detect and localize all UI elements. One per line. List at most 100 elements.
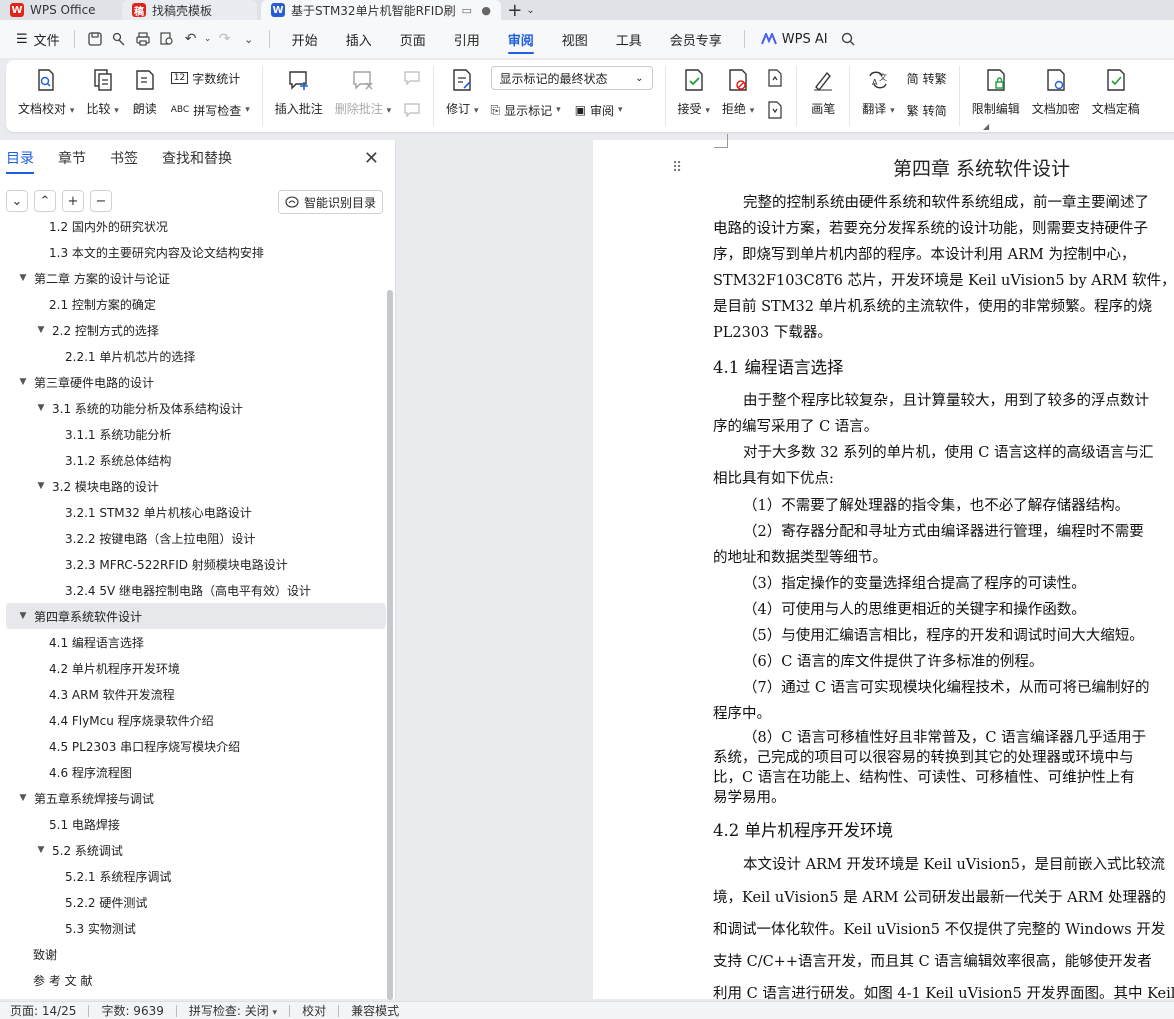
toc-item[interactable]: ▼ 3.1 系统的功能分析及体系结构设计 — [6, 395, 386, 421]
toc-item[interactable]: 2.1 控制方案的确定 — [6, 291, 386, 317]
menu-member[interactable]: 会员专享 — [656, 20, 736, 58]
toc-item[interactable]: ▼ 第三章硬件电路的设计 — [6, 369, 386, 395]
toc-item[interactable]: 4.1 编程语言选择 — [6, 629, 386, 655]
show-markup-button[interactable]: ⎘ 显示标记 ▾ — [491, 98, 561, 122]
toc-item[interactable]: ▼ 3.2 模块电路的设计 — [6, 473, 386, 499]
toc-item[interactable]: 4.4 FlyMcu 程序烧录软件介绍 — [6, 707, 386, 733]
menu-references[interactable]: 引用 — [440, 20, 494, 58]
toc-item[interactable]: 1.3 本文的主要研究内容及论文结构安排 — [6, 239, 386, 265]
menu-home[interactable]: 开始 — [278, 20, 332, 58]
toc-item[interactable]: 3.1.1 系统功能分析 — [6, 421, 386, 447]
menu-view[interactable]: 视图 — [548, 20, 602, 58]
print-preview-icon[interactable] — [155, 27, 179, 51]
toc-item[interactable]: ▼ 第二章 方案的设计与论证 — [6, 265, 386, 291]
toc-item[interactable]: 3.2.4 5V 继电器控制电路（高电平有效）设计 — [6, 577, 386, 603]
save-icon[interactable] — [83, 27, 107, 51]
expand-arrow-icon[interactable]: ▼ — [34, 325, 48, 335]
chevron-down-icon[interactable]: ⌄ — [6, 190, 28, 212]
minus-icon[interactable]: − — [90, 190, 112, 212]
expand-arrow-icon[interactable]: ▼ — [34, 403, 48, 413]
expand-arrow-icon[interactable]: ▼ — [16, 377, 30, 387]
toc-item[interactable]: 3.2.2 按键电路（含上拉电阻）设计 — [6, 525, 386, 551]
next-comment-icon[interactable] — [403, 98, 421, 122]
wps-ai-button[interactable]: WPS AI — [753, 20, 836, 58]
tab-template[interactable]: 稿 找稿壳模板 — [122, 0, 257, 20]
insert-comment-button[interactable]: 插入批注 — [269, 66, 329, 126]
toc-item[interactable]: 5.1 电路焊接 — [6, 811, 386, 837]
to-simplified-button[interactable]: 繁 转简 — [907, 98, 947, 122]
toc-item[interactable]: 1.2 国内外的研究状况 — [6, 221, 386, 239]
menu-insert[interactable]: 插入 — [332, 20, 386, 58]
word-count-button[interactable]: 12 字数统计 — [170, 66, 250, 90]
reject-button[interactable]: 拒绝 ▾ — [716, 66, 760, 126]
tab-window-icon[interactable]: ▭ — [462, 4, 472, 17]
smart-toc-button[interactable]: 智能识别目录 — [277, 190, 383, 214]
print-icon[interactable] — [131, 27, 155, 51]
redo-icon[interactable]: ↷ — [213, 27, 237, 51]
expand-arrow-icon[interactable]: ▼ — [16, 793, 30, 803]
expand-arrow-icon[interactable]: ▼ — [34, 845, 48, 855]
toc-item[interactable]: 5.2.1 系统程序调试 — [6, 863, 386, 889]
spell-check-button[interactable]: ABC 拼写检查 ▾ — [171, 98, 250, 122]
toc-item[interactable]: ▼ 5.2 系统调试 — [6, 837, 386, 863]
nav-tab-chapters[interactable]: 章节 — [58, 142, 86, 174]
toc-item[interactable]: 3.1.2 系统总体结构 — [6, 447, 386, 473]
plus-icon[interactable]: + — [62, 190, 84, 212]
menu-tools[interactable]: 工具 — [602, 20, 656, 58]
nav-tab-bookmarks[interactable]: 书签 — [110, 142, 138, 174]
export-pdf-icon[interactable] — [107, 27, 131, 51]
read-aloud-button[interactable]: 朗读 — [125, 66, 165, 126]
markup-state-select[interactable]: 显示标记的最终状态 ⌄ — [490, 66, 653, 90]
drag-handle-icon[interactable]: ⠿ — [672, 160, 682, 176]
search-icon[interactable] — [836, 27, 860, 51]
page-indicator[interactable]: 页面: 14/25 — [10, 1002, 88, 1019]
proofread-status[interactable]: 校对 — [302, 1002, 338, 1019]
toc-item[interactable]: 4.3 ARM 软件开发流程 — [6, 681, 386, 707]
previous-change-icon[interactable] — [766, 66, 784, 90]
pen-button[interactable]: 画笔 — [803, 66, 843, 126]
toc-item[interactable]: 3.2.1 STM32 单片机核心电路设计 — [6, 499, 386, 525]
toc-item[interactable]: 5.3 实物测试 — [6, 915, 386, 941]
toc-item[interactable]: 4.2 单片机程序开发环境 — [6, 655, 386, 681]
chevron-up-icon[interactable]: ⌃ — [34, 190, 56, 212]
ribbon-expand-icon[interactable]: ◢ — [983, 122, 989, 131]
finalize-button[interactable]: 文档定稿 — [1086, 66, 1146, 126]
toc-item[interactable]: 4.6 程序流程图 — [6, 759, 386, 785]
doc-check-button[interactable]: 文档校对 ▾ — [12, 66, 80, 126]
undo-icon[interactable]: ↶ — [179, 27, 203, 51]
quick-access-dropdown-icon[interactable]: ⌄ — [237, 27, 261, 51]
toc-item[interactable]: 2.2.1 单片机芯片的选择 — [6, 343, 386, 369]
track-changes-button[interactable]: 修订 ▾ — [440, 66, 484, 126]
toc-item[interactable]: ▼ 第四章系统软件设计 — [6, 603, 386, 629]
close-icon[interactable]: ✕ — [364, 148, 379, 169]
expand-arrow-icon[interactable]: ▼ — [16, 611, 30, 621]
new-tab-icon[interactable]: + ⌄ — [501, 0, 541, 21]
accept-button[interactable]: 接受 ▾ — [672, 66, 716, 126]
expand-arrow-icon[interactable]: ▼ — [34, 481, 48, 491]
toc-item[interactable]: ▼ 第五章系统焊接与调试 — [6, 785, 386, 811]
translate-button[interactable]: A文 翻译 ▾ — [856, 66, 900, 126]
toc-item[interactable]: 5.2.2 硬件测试 — [6, 889, 386, 915]
tab-wps-office[interactable]: W WPS Office — [0, 0, 118, 20]
restrict-edit-button[interactable]: 限制编辑 — [966, 66, 1026, 126]
nav-tab-find-replace[interactable]: 查找和替换 — [162, 142, 232, 174]
undo-dropdown-icon[interactable]: ⌄ — [203, 27, 213, 51]
previous-comment-icon[interactable] — [403, 66, 421, 90]
encrypt-button[interactable]: 文档加密 — [1026, 66, 1086, 126]
file-menu[interactable]: ☰ 文件 — [10, 30, 66, 49]
toc-item[interactable]: 致谢 — [6, 941, 386, 967]
toc-item[interactable]: 参 考 文 献 — [6, 967, 386, 993]
review-pane-button[interactable]: ▣ 审阅 ▾ — [575, 98, 623, 122]
nav-tab-toc[interactable]: 目录 — [6, 142, 34, 174]
next-change-icon[interactable] — [766, 98, 784, 122]
compare-button[interactable]: 比较 ▾ — [80, 66, 124, 126]
toc-item[interactable]: 4.5 PL2303 串口程序烧写模块介绍 — [6, 733, 386, 759]
spell-check-status[interactable]: 拼写检查: 关闭 ▾ — [189, 1002, 289, 1019]
tab-close-icon[interactable]: ● — [481, 4, 491, 17]
toc-scrollbar[interactable] — [387, 290, 393, 1000]
tab-document[interactable]: W 基于STM32单片机智能RFID刷 ▭ ● — [261, 0, 501, 20]
menu-page[interactable]: 页面 — [386, 20, 440, 58]
expand-arrow-icon[interactable]: ▼ — [16, 273, 30, 283]
toc-item[interactable]: 3.2.3 MFRC-522RFID 射频模块电路设计 — [6, 551, 386, 577]
to-traditional-button[interactable]: 简 转繁 — [907, 66, 947, 90]
